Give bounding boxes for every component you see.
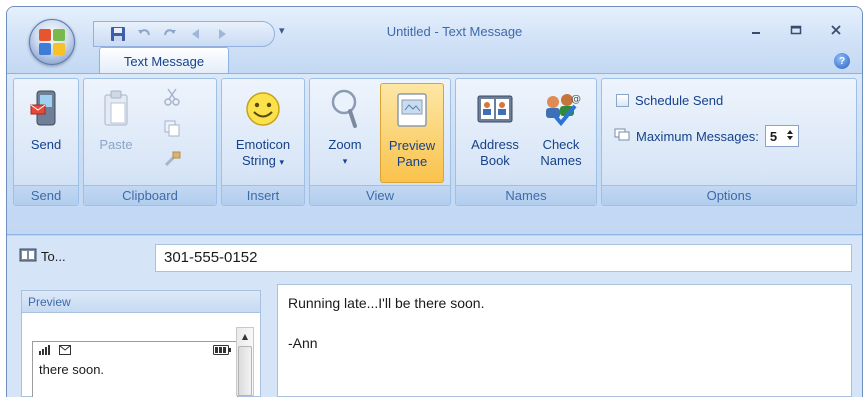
group-send-label: Send bbox=[14, 185, 78, 205]
preview-pane-icon bbox=[392, 88, 432, 132]
emoticon-label-line2: String bbox=[241, 153, 276, 168]
text-message-window: ▾ Untitled - Text Message ? Text Message bbox=[6, 6, 863, 397]
content-area: Preview there soon. ▲ Running late...I'l… bbox=[7, 284, 862, 397]
maximum-messages-option: Maximum Messages: 5 bbox=[614, 125, 799, 147]
message-line: -Ann bbox=[288, 335, 318, 351]
battery-icon bbox=[213, 344, 231, 358]
zoom-button[interactable]: Zoom ▾ bbox=[316, 83, 374, 183]
message-body[interactable]: Running late...I'll be there soon. -Ann bbox=[277, 284, 852, 397]
clipboard-small-buttons bbox=[162, 87, 182, 172]
window-controls bbox=[736, 19, 856, 41]
scroll-up-icon[interactable]: ▲ bbox=[237, 328, 253, 344]
svg-text:@: @ bbox=[571, 94, 581, 105]
paste-icon bbox=[96, 87, 136, 131]
to-label: To... bbox=[41, 249, 66, 264]
maximum-messages-spinner[interactable]: 5 bbox=[764, 125, 799, 147]
preview-scrollbar[interactable]: ▲ bbox=[236, 327, 254, 396]
ribbon: Send Send Paste Clipboard Emoticon Strin… bbox=[7, 73, 862, 235]
group-view-label: View bbox=[310, 185, 450, 205]
group-names-label: Names bbox=[456, 185, 596, 205]
address-book-small-icon bbox=[19, 248, 37, 265]
paste-button[interactable]: Paste bbox=[88, 83, 144, 183]
maximum-messages-icon bbox=[614, 128, 630, 145]
group-options: Schedule Send Maximum Messages: 5 Option… bbox=[601, 78, 857, 206]
address-book-label-line2: Book bbox=[480, 153, 510, 168]
envelope-icon bbox=[59, 344, 71, 358]
address-book-icon bbox=[475, 87, 515, 131]
check-names-label-line1: Check bbox=[542, 137, 580, 152]
preview-label-line1: Preview bbox=[388, 138, 436, 153]
smiley-icon bbox=[243, 87, 283, 131]
minimize-icon[interactable] bbox=[736, 19, 776, 41]
group-insert: Emoticon String ▾ Insert bbox=[221, 78, 305, 206]
paste-button-label: Paste bbox=[99, 137, 133, 152]
group-names: Address Book @ Check Names Names bbox=[455, 78, 597, 206]
address-book-button[interactable]: Address Book bbox=[462, 83, 528, 183]
zoom-dropdown-icon: ▾ bbox=[342, 156, 348, 166]
schedule-send-option[interactable]: Schedule Send bbox=[616, 93, 723, 108]
preview-pane-header: Preview bbox=[22, 291, 260, 313]
emoticon-string-button[interactable]: Emoticon String ▾ bbox=[228, 83, 298, 183]
phone-screen-preview: there soon. bbox=[32, 341, 238, 397]
send-phone-icon bbox=[26, 87, 66, 131]
check-names-label-line2: Names bbox=[540, 153, 582, 168]
check-names-button[interactable]: @ Check Names bbox=[530, 83, 592, 183]
maximum-messages-label: Maximum Messages: bbox=[636, 128, 759, 144]
scroll-thumb[interactable] bbox=[238, 346, 252, 396]
close-icon[interactable] bbox=[816, 19, 856, 41]
copy-icon[interactable] bbox=[162, 118, 182, 141]
window-title: Untitled - Text Message bbox=[386, 24, 523, 39]
send-button-label: Send bbox=[30, 137, 62, 152]
message-line: Running late...I'll be there soon. bbox=[288, 295, 485, 311]
address-book-label-line1: Address bbox=[471, 137, 519, 152]
phone-status-bar bbox=[33, 342, 237, 360]
address-area: To... 301-555-0152 bbox=[7, 236, 862, 284]
preview-pane: Preview there soon. ▲ bbox=[21, 290, 261, 397]
tab-text-message[interactable]: Text Message bbox=[99, 47, 229, 74]
to-input[interactable]: 301-555-0152 bbox=[155, 244, 852, 272]
group-insert-label: Insert bbox=[222, 185, 304, 205]
maximum-messages-value: 5 bbox=[769, 128, 778, 144]
help-icon[interactable]: ? bbox=[834, 53, 850, 69]
emoticon-dropdown-icon: ▾ bbox=[279, 157, 285, 167]
magnifier-icon bbox=[325, 87, 365, 131]
group-clipboard-label: Clipboard bbox=[84, 185, 216, 205]
group-view: Zoom ▾ Preview Pane View bbox=[309, 78, 451, 206]
emoticon-label-line1: Emoticon bbox=[235, 137, 291, 152]
schedule-send-label: Schedule Send bbox=[635, 93, 724, 108]
message-line bbox=[288, 313, 841, 333]
group-send: Send Send bbox=[13, 78, 79, 206]
group-options-label: Options bbox=[602, 185, 856, 205]
schedule-send-checkbox[interactable] bbox=[616, 94, 629, 107]
spinner-arrows-icon[interactable] bbox=[786, 128, 794, 145]
phone-preview-text: there soon. bbox=[39, 362, 105, 377]
zoom-label: Zoom bbox=[328, 137, 362, 152]
maximize-icon[interactable] bbox=[776, 19, 816, 41]
cut-icon[interactable] bbox=[162, 87, 182, 110]
send-button[interactable]: Send bbox=[18, 83, 74, 183]
preview-label-line2: Pane bbox=[396, 154, 428, 169]
check-names-icon: @ bbox=[541, 87, 581, 131]
signal-icon bbox=[39, 344, 55, 358]
to-button[interactable]: To... bbox=[19, 248, 66, 265]
preview-pane-button[interactable]: Preview Pane bbox=[380, 83, 444, 183]
format-painter-icon[interactable] bbox=[162, 149, 182, 172]
group-clipboard: Paste Clipboard bbox=[83, 78, 217, 206]
